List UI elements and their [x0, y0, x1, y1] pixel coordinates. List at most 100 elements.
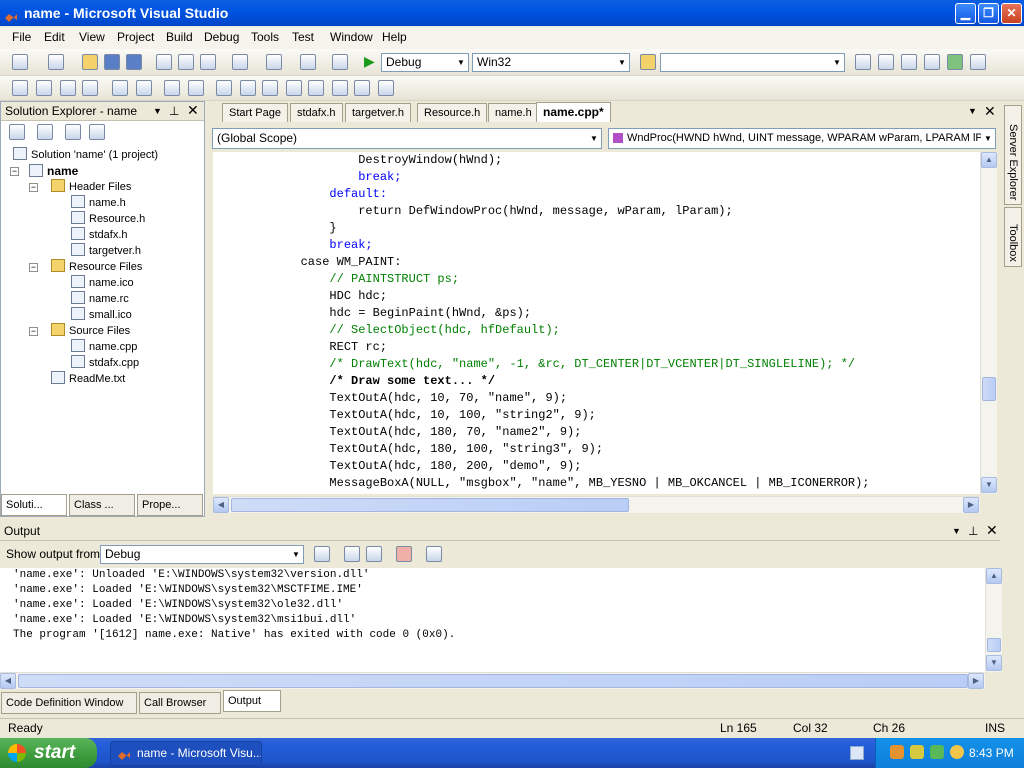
toolbox-icon[interactable]	[924, 54, 940, 70]
tree-file-name-cpp[interactable]: name.cpp	[71, 339, 137, 355]
close-document-icon[interactable]: ✕	[984, 103, 996, 120]
parameter-info-icon[interactable]	[36, 80, 52, 96]
scroll-left-icon[interactable]: ◀	[213, 497, 229, 513]
keyboard-icon[interactable]	[850, 746, 864, 760]
increase-indent-icon[interactable]	[136, 80, 152, 96]
close-button[interactable]: ✕	[1001, 3, 1022, 24]
decrease-indent-icon[interactable]	[112, 80, 128, 96]
next-bookmark-icon[interactable]	[262, 80, 278, 96]
start-page-icon[interactable]	[947, 54, 963, 70]
properties-icon[interactable]	[878, 54, 894, 70]
go-to-next-icon[interactable]	[366, 546, 382, 562]
tree-file-targetver-h[interactable]: targetver.h	[71, 243, 141, 259]
clear-all-icon[interactable]	[396, 546, 412, 562]
next-bookmark-document-icon[interactable]	[354, 80, 370, 96]
output-source-dropdown[interactable]: Debug ▼	[100, 545, 304, 564]
cut-icon[interactable]	[156, 54, 172, 70]
find-in-files-icon[interactable]	[640, 54, 656, 70]
paste-icon[interactable]	[200, 54, 216, 70]
dropdown-icon[interactable]: ▼	[153, 102, 162, 121]
output-horizontal-scrollbar[interactable]: ◀ ▶	[0, 672, 985, 689]
taskbar-item-visual-studio[interactable]: name - Microsoft Visu...	[110, 741, 262, 766]
maximize-button[interactable]: ❐	[978, 3, 999, 24]
save-all-icon[interactable]	[126, 54, 142, 70]
active-files-icon[interactable]: ▼	[968, 106, 977, 116]
uncomment-icon[interactable]	[188, 80, 204, 96]
output-text[interactable]: 'name.exe': Unloaded 'E:\WINDOWS\system3…	[0, 568, 985, 672]
tree-file-small-ico[interactable]: small.ico	[71, 307, 132, 323]
menu-tools[interactable]: Tools	[251, 30, 279, 44]
menu-project[interactable]: Project	[117, 30, 154, 44]
function-dropdown[interactable]: WndProc(HWND hWnd, UINT message, WPARAM …	[608, 128, 996, 149]
scroll-right-icon[interactable]: ▶	[968, 673, 984, 689]
start-button[interactable]: start	[0, 738, 97, 768]
scroll-thumb[interactable]	[18, 674, 968, 688]
copy-icon[interactable]	[178, 54, 194, 70]
tree-file-stdafx-cpp[interactable]: stdafx.cpp	[71, 355, 139, 371]
scroll-right-icon[interactable]: ▶	[963, 497, 979, 513]
add-item-icon[interactable]	[48, 54, 64, 70]
tab-solution-explorer[interactable]: Soluti...	[1, 494, 67, 516]
tab-name-cpp[interactable]: name.cpp*	[536, 102, 611, 122]
menu-edit[interactable]: Edit	[44, 30, 65, 44]
tree-solution[interactable]: Solution 'name' (1 project)	[13, 147, 158, 163]
go-to-previous-icon[interactable]	[344, 546, 360, 562]
redo-icon[interactable]	[266, 54, 282, 70]
dropdown-icon[interactable]: ▼	[952, 522, 961, 541]
scroll-thumb[interactable]	[982, 377, 996, 401]
comment-out-icon[interactable]	[164, 80, 180, 96]
tab-name-h[interactable]: name.h	[488, 103, 539, 122]
tree-header-files[interactable]: Header Files	[51, 179, 131, 195]
tab-resource-h[interactable]: Resource.h	[417, 103, 488, 122]
scroll-up-icon[interactable]: ▲	[986, 568, 1002, 584]
tree-file-readme[interactable]: ReadMe.txt	[51, 371, 125, 387]
tray-search-icon[interactable]	[950, 745, 964, 759]
close-icon[interactable]: ✕	[187, 101, 199, 120]
command-window-icon[interactable]	[970, 54, 986, 70]
new-project-icon[interactable]	[12, 54, 28, 70]
tree-resource-files[interactable]: Resource Files	[51, 259, 142, 275]
object-browser-icon[interactable]	[901, 54, 917, 70]
open-file-icon[interactable]	[82, 54, 98, 70]
scroll-down-icon[interactable]: ▼	[981, 477, 997, 493]
solution-config-dropdown[interactable]: Debug ▼	[381, 53, 469, 72]
navigate-back-icon[interactable]	[300, 54, 316, 70]
tab-properties[interactable]: Prope...	[137, 494, 203, 516]
word-wrap-icon[interactable]	[426, 546, 442, 562]
next-bookmark-folder-icon[interactable]	[308, 80, 324, 96]
tree-source-files[interactable]: Source Files	[51, 323, 130, 339]
tree-file-name-h[interactable]: name.h	[71, 195, 126, 211]
tree-file-resource-h[interactable]: Resource.h	[71, 211, 145, 227]
solution-platform-dropdown[interactable]: Win32 ▼	[472, 53, 630, 72]
menu-view[interactable]: View	[79, 30, 105, 44]
display-object-members-icon[interactable]	[12, 80, 28, 96]
menu-file[interactable]: File	[12, 30, 31, 44]
find-combo[interactable]: ▼	[660, 53, 845, 72]
tree-file-stdafx-h[interactable]: stdafx.h	[71, 227, 128, 243]
solution-explorer-icon[interactable]	[855, 54, 871, 70]
tab-class-view[interactable]: Class ...	[69, 494, 135, 516]
pin-icon[interactable]: ⊥	[968, 522, 978, 541]
navigate-forward-icon[interactable]	[332, 54, 348, 70]
editor-horizontal-scrollbar[interactable]: ◀ ▶	[213, 496, 980, 513]
tab-start-page[interactable]: Start Page	[222, 103, 288, 122]
find-message-icon[interactable]	[314, 546, 330, 562]
tab-stdafx-h[interactable]: stdafx.h	[290, 103, 343, 122]
scroll-thumb[interactable]	[231, 498, 629, 512]
tray-network-icon[interactable]	[910, 745, 924, 759]
menu-build[interactable]: Build	[166, 30, 193, 44]
toolbox-tab[interactable]: Toolbox	[1004, 207, 1022, 267]
previous-bookmark-icon[interactable]	[240, 80, 256, 96]
previous-bookmark-folder-icon[interactable]	[286, 80, 302, 96]
collapse-icon[interactable]: −	[10, 167, 19, 176]
save-icon[interactable]	[104, 54, 120, 70]
quick-info-icon[interactable]	[60, 80, 76, 96]
menu-window[interactable]: Window	[330, 30, 373, 44]
editor-vertical-scrollbar[interactable]: ▲ ▼	[980, 152, 997, 494]
server-explorer-tab[interactable]: Server Explorer	[1004, 105, 1022, 205]
menu-help[interactable]: Help	[382, 30, 407, 44]
tab-targetver-h[interactable]: targetver.h	[345, 103, 411, 122]
previous-bookmark-document-icon[interactable]	[332, 80, 348, 96]
toggle-bookmark-icon[interactable]	[216, 80, 232, 96]
minimize-button[interactable]: ▁	[955, 3, 976, 24]
